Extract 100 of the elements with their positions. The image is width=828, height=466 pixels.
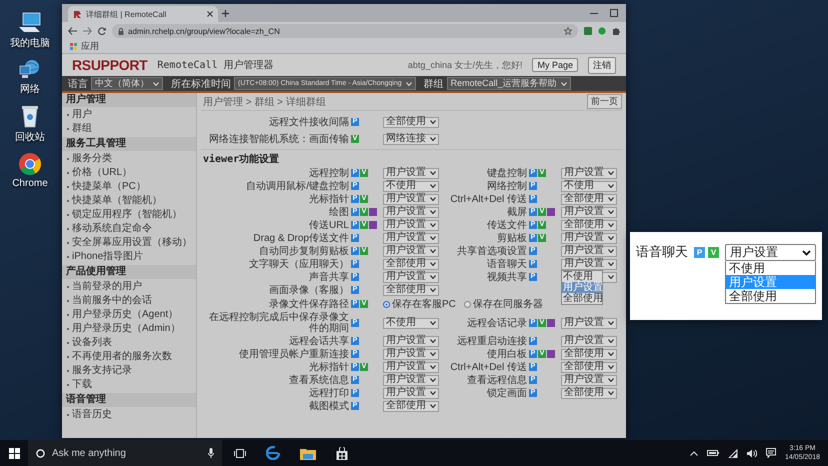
dropdown[interactable]: 全部使用 <box>561 388 617 398</box>
dropdown[interactable]: 用户设置 <box>561 258 617 270</box>
dropdown[interactable]: 用户设置 <box>561 232 617 244</box>
sidebar-item[interactable]: 用户登录历史（Admin） <box>72 323 180 335</box>
wifi-icon[interactable] <box>728 448 738 458</box>
edge-icon[interactable] <box>266 446 280 460</box>
sidebar-item[interactable]: iPhone指导图片 <box>72 251 144 263</box>
star-icon[interactable] <box>564 27 572 35</box>
dropdown[interactable]: 全部使用 <box>561 220 617 230</box>
caret-icon <box>430 352 436 356</box>
chevron-up-icon[interactable] <box>690 450 698 456</box>
notification-icon[interactable] <box>766 448 776 458</box>
sidebar-item[interactable]: 服务支持记录 <box>72 365 132 377</box>
sidebar-item[interactable]: 快捷菜单（PC） <box>72 181 146 193</box>
desktop-icon-label[interactable]: 我的电脑 <box>10 36 50 50</box>
dropdown[interactable]: 用户设置 <box>725 244 816 261</box>
store-bag-icon[interactable] <box>336 446 348 460</box>
dropdown[interactable]: 用户设置 <box>561 374 617 386</box>
sidebar-item[interactable]: 用户登录历史（Agent） <box>72 309 178 321</box>
header-button[interactable]: My Page <box>532 58 578 72</box>
dropdown[interactable]: 全部使用 <box>383 284 439 296</box>
caret-icon <box>430 321 436 325</box>
back-button[interactable]: 前一页 <box>587 94 622 109</box>
chrome-icon <box>18 152 42 176</box>
dropdown[interactable]: 全部使用 <box>383 400 439 412</box>
maximize-icon[interactable] <box>610 9 618 17</box>
battery-icon[interactable] <box>706 450 719 456</box>
puzzle-icon[interactable] <box>612 27 620 35</box>
desktop-icon-label[interactable]: 网络 <box>20 82 40 96</box>
dropdown[interactable]: 用户设置 <box>561 246 617 256</box>
sidebar-item[interactable]: 当前服务中的会话 <box>72 295 152 307</box>
sidebar-item[interactable]: 不再使用者的服务次数 <box>72 351 172 363</box>
bookmark-link[interactable]: 应用 <box>81 40 99 53</box>
sidebar-item[interactable]: 锁定应用程序（智能机） <box>72 209 182 221</box>
dropdown[interactable]: 全部使用 <box>383 258 439 270</box>
radio-label[interactable]: 保存在同服务器 <box>472 297 543 311</box>
dropdown[interactable]: 用户设置 <box>383 336 439 346</box>
radio-button[interactable] <box>464 300 471 308</box>
folder-icon[interactable] <box>300 446 316 460</box>
search-field[interactable]: Ask me anything <box>28 440 222 466</box>
back-icon[interactable] <box>68 27 77 35</box>
speaker-icon[interactable] <box>746 448 757 458</box>
sidebar-item[interactable]: 设备列表 <box>72 337 112 349</box>
sidebar-item[interactable]: 用户 <box>72 109 92 121</box>
dropdown[interactable]: 用户设置 <box>383 220 439 230</box>
dropdown[interactable]: 网络连接 <box>383 134 439 144</box>
dropdown[interactable]: 用户设置 <box>561 206 617 218</box>
dropdown[interactable]: RemoteCall_运营服务帮助 <box>446 77 571 90</box>
caret-icon <box>430 137 436 141</box>
radio-button[interactable] <box>383 300 390 308</box>
dropdown[interactable]: 不使用 <box>383 318 439 328</box>
dropdown[interactable]: 用户设置 <box>383 374 439 386</box>
dropdown[interactable]: 用户设置 <box>383 272 439 282</box>
reload-icon[interactable] <box>98 27 106 35</box>
radio-label[interactable]: 保存在客服PC <box>392 297 456 311</box>
sidebar-item[interactable]: 语音历史 <box>72 409 112 421</box>
sidebar-item[interactable]: 服务分类 <box>72 153 112 165</box>
sidebar-item[interactable]: 价格（URL） <box>72 167 132 179</box>
dropdown[interactable]: 全部使用 <box>383 116 439 128</box>
sidebar-item[interactable]: 下载 <box>72 379 92 391</box>
desktop-icon-label[interactable]: Chrome <box>12 178 48 189</box>
dropdown[interactable]: 中文（简体） <box>91 77 163 90</box>
header-button[interactable]: 注销 <box>588 56 616 74</box>
windows-logo-icon[interactable] <box>8 448 20 458</box>
dropdown[interactable]: 用户设置 <box>383 232 439 244</box>
dropdown[interactable]: 用户设置 <box>383 362 439 372</box>
dropdown[interactable]: 全部使用 <box>561 348 617 360</box>
apps-grid-icon[interactable] <box>70 42 78 50</box>
microphone-icon[interactable] <box>208 448 214 458</box>
task-view-icon[interactable] <box>234 448 246 458</box>
dropdown[interactable]: 用户设置 <box>383 246 439 256</box>
dropdown[interactable]: 用户设置 <box>383 168 439 178</box>
desktop-icon-label[interactable]: 回收站 <box>15 130 45 144</box>
dropdown-option[interactable]: 不使用 <box>562 270 602 282</box>
dropdown[interactable]: 用户设置 <box>561 318 617 328</box>
sidebar-item[interactable]: 群组 <box>72 123 92 135</box>
dropdown[interactable]: 用户设置 <box>383 348 439 360</box>
close-icon[interactable] <box>207 11 213 17</box>
dropdown[interactable]: 用户设置 <box>561 168 617 178</box>
dropdown[interactable]: 不使用 <box>561 180 617 192</box>
new-tab-icon[interactable] <box>222 10 229 17</box>
dropdown[interactable]: 用户设置 <box>383 194 439 204</box>
browser-tab[interactable]: 详细群组 | RemoteCall <box>68 6 218 22</box>
dropdown[interactable]: 全部使用 <box>561 194 617 204</box>
sidebar-item[interactable]: 当前登录的用户 <box>72 281 142 293</box>
dropdown[interactable]: 用户设置 <box>383 388 439 398</box>
dropdown[interactable]: 用户设置 <box>383 206 439 218</box>
forward-icon[interactable] <box>83 27 92 35</box>
sidebar-item[interactable]: 移动系统自定命令 <box>72 223 152 235</box>
caret-icon <box>608 210 614 214</box>
dropdown[interactable]: 用户设置 <box>561 336 617 346</box>
dropdown-option[interactable]: 不使用 <box>726 261 815 275</box>
sidebar-item[interactable]: 安全屏幕应用设置（移动） <box>72 237 192 249</box>
address-bar[interactable]: admin.rchelp.cn/group/view?locale=zh_CN <box>112 24 578 38</box>
sidebar-item[interactable]: 快捷菜单（智能机） <box>72 195 162 207</box>
caret-icon <box>153 82 159 86</box>
dropdown[interactable]: 全部使用 <box>561 362 617 372</box>
dropdown-option[interactable]: 全部使用 <box>562 292 602 304</box>
dropdown[interactable]: 不使用 <box>383 180 439 192</box>
dropdown-option[interactable]: 全部使用 <box>726 289 815 303</box>
